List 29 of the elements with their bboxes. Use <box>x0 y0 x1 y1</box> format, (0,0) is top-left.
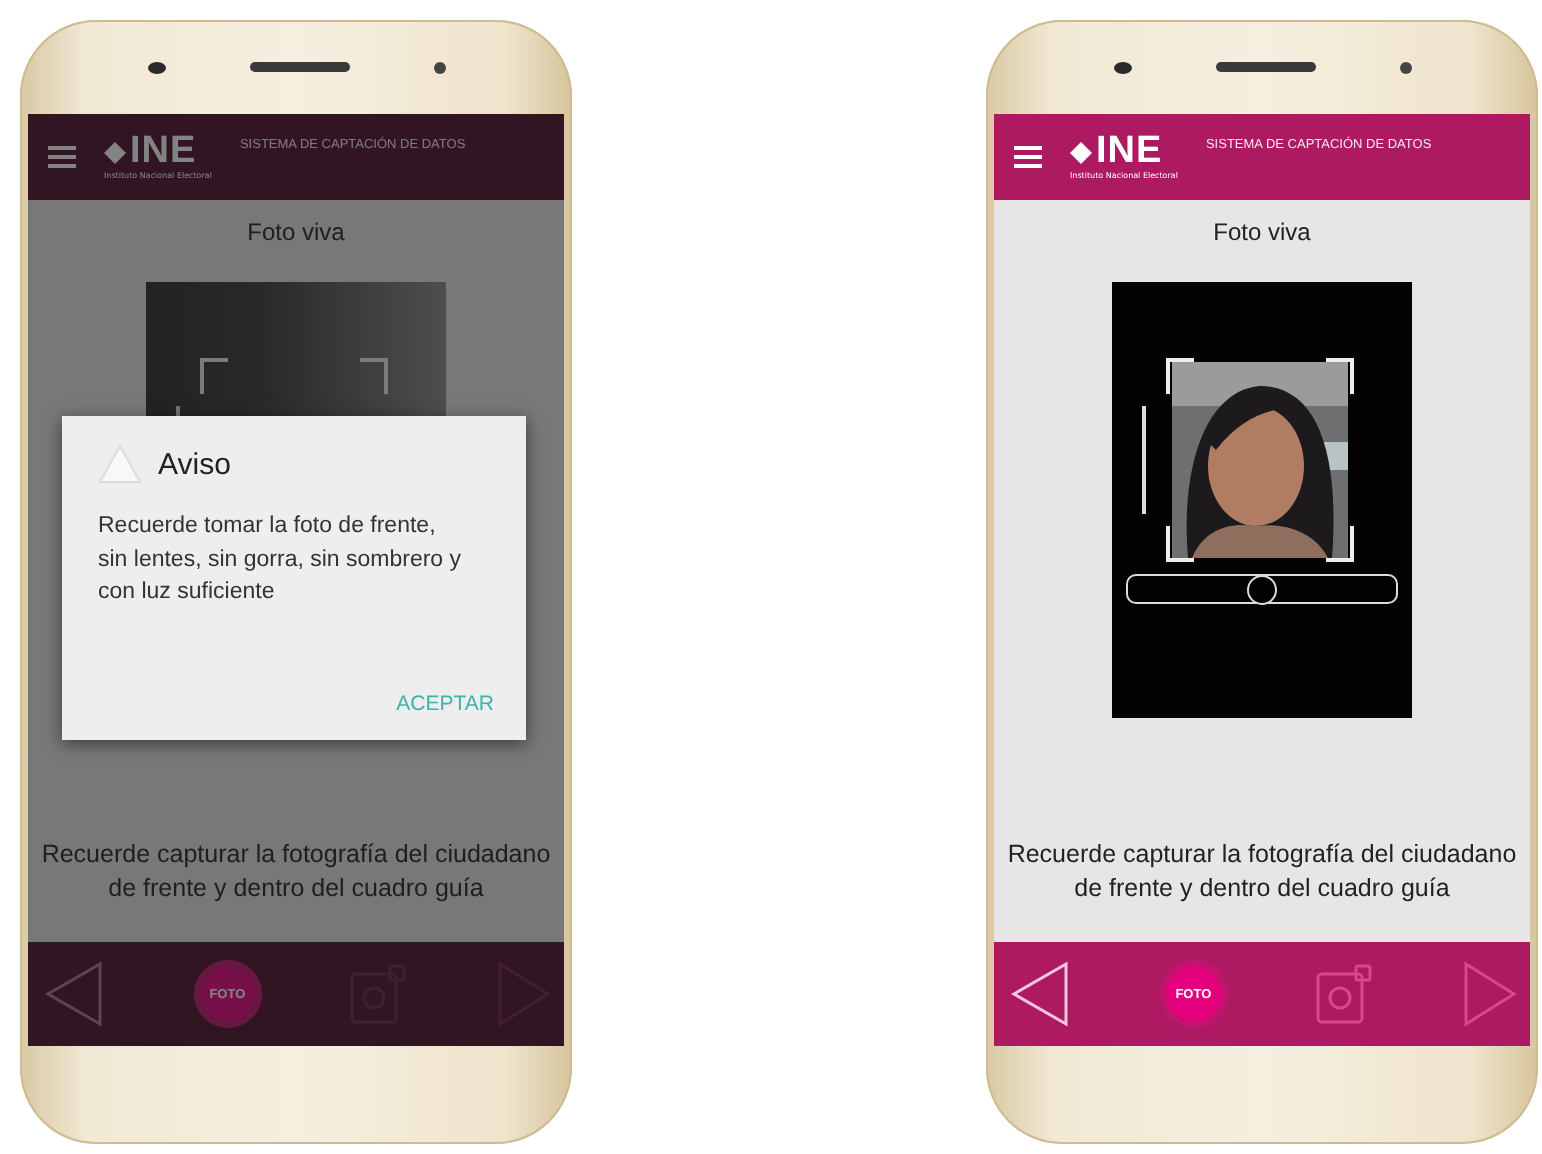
instruction-text: Recuerde capturar la fotografía del ciudadano de frente y dentro del cuadro guía <box>1006 838 1518 906</box>
instruction-text: Recuerde capturar la fotografía del ciudadano de frente y dentro del cuadro guía <box>40 838 552 906</box>
camera-lens <box>147 61 165 73</box>
corner-bracket <box>360 358 388 394</box>
zoom-slider[interactable] <box>1126 574 1398 604</box>
speaker-grille <box>249 62 349 72</box>
accept-button[interactable]: ACEPTAR <box>396 688 494 720</box>
diamond-icon <box>1070 141 1092 163</box>
sensor-dot <box>433 61 445 73</box>
menu-icon[interactable] <box>48 146 76 168</box>
screen-title: Foto viva <box>1213 218 1311 246</box>
corner-bracket <box>200 358 228 394</box>
dialog-message: Recuerde tomar la foto de frente, sin lentes, sin gorra, sin sombrero y con luz suficiente <box>98 512 464 608</box>
logo-text: INE <box>130 134 197 170</box>
screen-title: Foto viva <box>247 218 345 246</box>
diamond-icon <box>104 141 126 163</box>
corner-bracket <box>1166 358 1194 394</box>
dialog-title: Aviso <box>158 447 231 481</box>
menu-icon[interactable] <box>1014 146 1042 168</box>
slider-thumb[interactable] <box>1247 574 1277 604</box>
corner-bracket <box>1326 526 1354 562</box>
sensor-dot <box>1399 61 1411 73</box>
warning-icon <box>98 444 142 484</box>
camera-lens <box>1113 61 1131 73</box>
corner-bracket <box>1326 358 1354 394</box>
speaker-grille <box>1215 62 1315 72</box>
corner-bracket <box>1166 526 1194 562</box>
guide-line <box>1142 406 1146 514</box>
logo-text: INE <box>1096 134 1163 170</box>
